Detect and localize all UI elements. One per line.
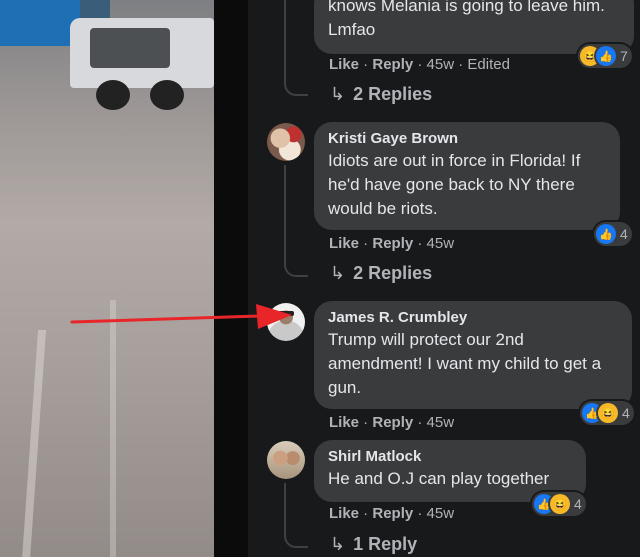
comment-actions: Like · Reply · 45w <box>329 235 455 252</box>
thread-connector <box>284 261 308 277</box>
view-replies-link[interactable]: ↳ 2 Replies <box>330 263 432 284</box>
thread-line <box>284 165 286 261</box>
avatar[interactable] <box>267 123 305 161</box>
reaction-count: 7 <box>620 48 628 64</box>
reply-link[interactable]: Reply <box>372 505 413 522</box>
comment-text: knows Melania is going to leave him. Lmf… <box>328 0 605 39</box>
view-replies-link[interactable]: ↳ 2 Replies <box>330 84 432 105</box>
comments-panel[interactable]: knows Melania is going to leave him. Lmf… <box>248 0 640 557</box>
thread-line <box>284 483 286 533</box>
thread-connector <box>284 532 308 548</box>
haha-reaction-icon: 😆 <box>550 494 570 514</box>
reply-link[interactable]: Reply <box>372 56 413 73</box>
reaction-count: 4 <box>622 405 630 421</box>
thread-connector <box>284 80 308 96</box>
comment-text: Trump will protect our 2nd amendment! I … <box>328 330 602 397</box>
comment-bubble[interactable]: Kristi Gaye Brown Idiots are out in forc… <box>314 122 620 230</box>
comment-meta: · 45w <box>413 505 455 522</box>
photo-road-marking <box>110 300 116 557</box>
like-link[interactable]: Like <box>329 505 359 522</box>
background-photo <box>0 0 214 557</box>
replies-label: 1 Reply <box>353 534 418 554</box>
reply-link[interactable]: Reply <box>372 235 413 252</box>
view-replies-link[interactable]: ↳ 1 Reply <box>330 534 417 555</box>
comment-author[interactable]: Kristi Gaye Brown <box>328 130 606 147</box>
comment-meta: · 45w <box>413 235 455 252</box>
thread-line <box>284 0 286 80</box>
comment-meta: · 45w <box>413 414 455 431</box>
comment-actions: Like · Reply · 45w <box>329 414 455 431</box>
reply-arrow-icon: ↳ <box>330 263 346 283</box>
photo-building <box>0 0 80 46</box>
reaction-summary[interactable]: 👍 4 <box>594 222 632 246</box>
photo-wheel <box>96 80 130 110</box>
comment-author[interactable]: Shirl Matlock <box>328 448 572 465</box>
comment-meta: · 45w · Edited <box>413 56 510 73</box>
photo-truck-window <box>90 28 170 68</box>
comment-author[interactable]: James R. Crumbley <box>328 309 618 326</box>
comment-bubble[interactable]: James R. Crumbley Trump will protect our… <box>314 301 632 409</box>
photo-wheel <box>150 80 184 110</box>
reaction-summary[interactable]: 👍 😆 4 <box>532 492 586 516</box>
comment-text: Idiots are out in force in Florida! If h… <box>328 151 581 218</box>
red-arrow-annotation <box>70 304 292 329</box>
like-reaction-icon: 👍 <box>596 46 616 66</box>
replies-label: 2 Replies <box>353 84 433 104</box>
reaction-summary[interactable]: 😆 👍 7 <box>578 44 632 68</box>
avatar[interactable] <box>267 441 305 479</box>
reaction-summary[interactable]: 👍 😆 4 <box>580 401 634 425</box>
reply-arrow-icon: ↳ <box>330 84 346 104</box>
reply-arrow-icon: ↳ <box>330 534 346 554</box>
reaction-count: 4 <box>574 496 582 512</box>
screen-divider <box>214 0 248 557</box>
like-link[interactable]: Like <box>329 235 359 252</box>
like-link[interactable]: Like <box>329 56 359 73</box>
like-reaction-icon: 👍 <box>596 224 616 244</box>
reaction-count: 4 <box>620 226 628 242</box>
photo-road-marking <box>21 330 47 557</box>
comment-actions: Like · Reply · 45w <box>329 505 455 522</box>
comment-text: He and O.J can play together <box>328 469 550 488</box>
replies-label: 2 Replies <box>353 263 433 283</box>
haha-reaction-icon: 😆 <box>598 403 618 423</box>
like-link[interactable]: Like <box>329 414 359 431</box>
reply-link[interactable]: Reply <box>372 414 413 431</box>
comment-actions: Like · Reply · 45w · Edited <box>329 56 510 73</box>
